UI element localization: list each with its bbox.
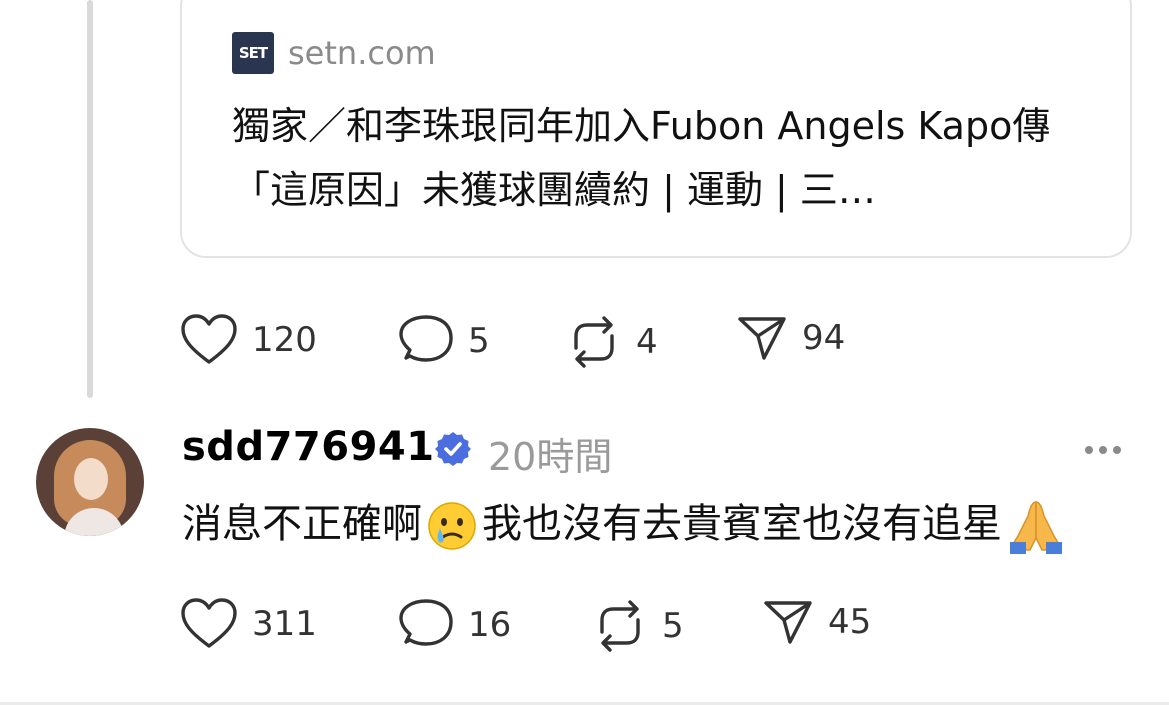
repost-count: 4 — [636, 322, 658, 362]
verified-badge-icon — [435, 432, 471, 466]
folded-hands-emoji-icon — [1010, 501, 1062, 554]
link-title: 獨家／和李珠珢同年加入Fubon Angels Kapo傳「這原因」未獲球團續約… — [232, 104, 1051, 212]
reply-comment-count: 16 — [468, 605, 512, 645]
thread-connector-line — [87, 0, 93, 398]
reply-count: 5 — [468, 321, 490, 361]
share-icon — [764, 601, 812, 644]
like-button[interactable]: 120 — [180, 314, 317, 366]
reply-like-count: 311 — [252, 604, 317, 644]
reply-repost-count: 5 — [662, 606, 684, 646]
reply-share-count: 45 — [828, 602, 872, 642]
more-icon — [1085, 446, 1093, 454]
source-domain: setn.com — [288, 34, 436, 72]
reply-text-part1: 消息不正確啊 — [182, 501, 422, 547]
heart-icon — [181, 314, 237, 364]
like-count: 120 — [252, 320, 317, 360]
reply-text: 消息不正確啊 我也沒有去貴賓室也沒有追星 — [182, 496, 1070, 554]
crying-face-emoji-icon — [428, 502, 476, 550]
repost-icon — [574, 316, 614, 368]
source-logo: SET — [232, 32, 274, 74]
share-count: 94 — [802, 318, 846, 358]
repost-icon — [600, 600, 640, 652]
reply-username[interactable]: sdd776941 — [182, 424, 435, 470]
comment-icon — [399, 315, 453, 362]
share-icon — [738, 317, 786, 360]
link-source: SET setn.com — [232, 32, 436, 74]
more-options-button[interactable] — [1085, 446, 1121, 454]
reply-action-bar: 311 16 5 45 — [180, 598, 900, 652]
link-preview-card[interactable]: SET setn.com 獨家／和李珠珢同年加入Fubon Angels Kap… — [180, 0, 1132, 258]
reply-timestamp: 20時間 — [488, 435, 613, 479]
share-button[interactable]: 94 — [736, 314, 845, 362]
reply-like-button[interactable]: 311 — [180, 598, 317, 650]
comment-icon — [399, 599, 453, 646]
reply-text-part2: 我也沒有去貴賓室也沒有追星 — [482, 501, 1002, 547]
reply-repost-button[interactable]: 5 — [592, 598, 684, 654]
reply-comment-button[interactable]: 16 — [398, 598, 511, 652]
heart-icon — [181, 598, 237, 648]
post-action-bar: 120 5 4 94 — [180, 314, 900, 368]
avatar[interactable] — [36, 428, 144, 536]
repost-button[interactable]: 4 — [566, 314, 658, 370]
reply-share-button[interactable]: 45 — [762, 598, 871, 646]
reply-button[interactable]: 5 — [398, 314, 490, 368]
